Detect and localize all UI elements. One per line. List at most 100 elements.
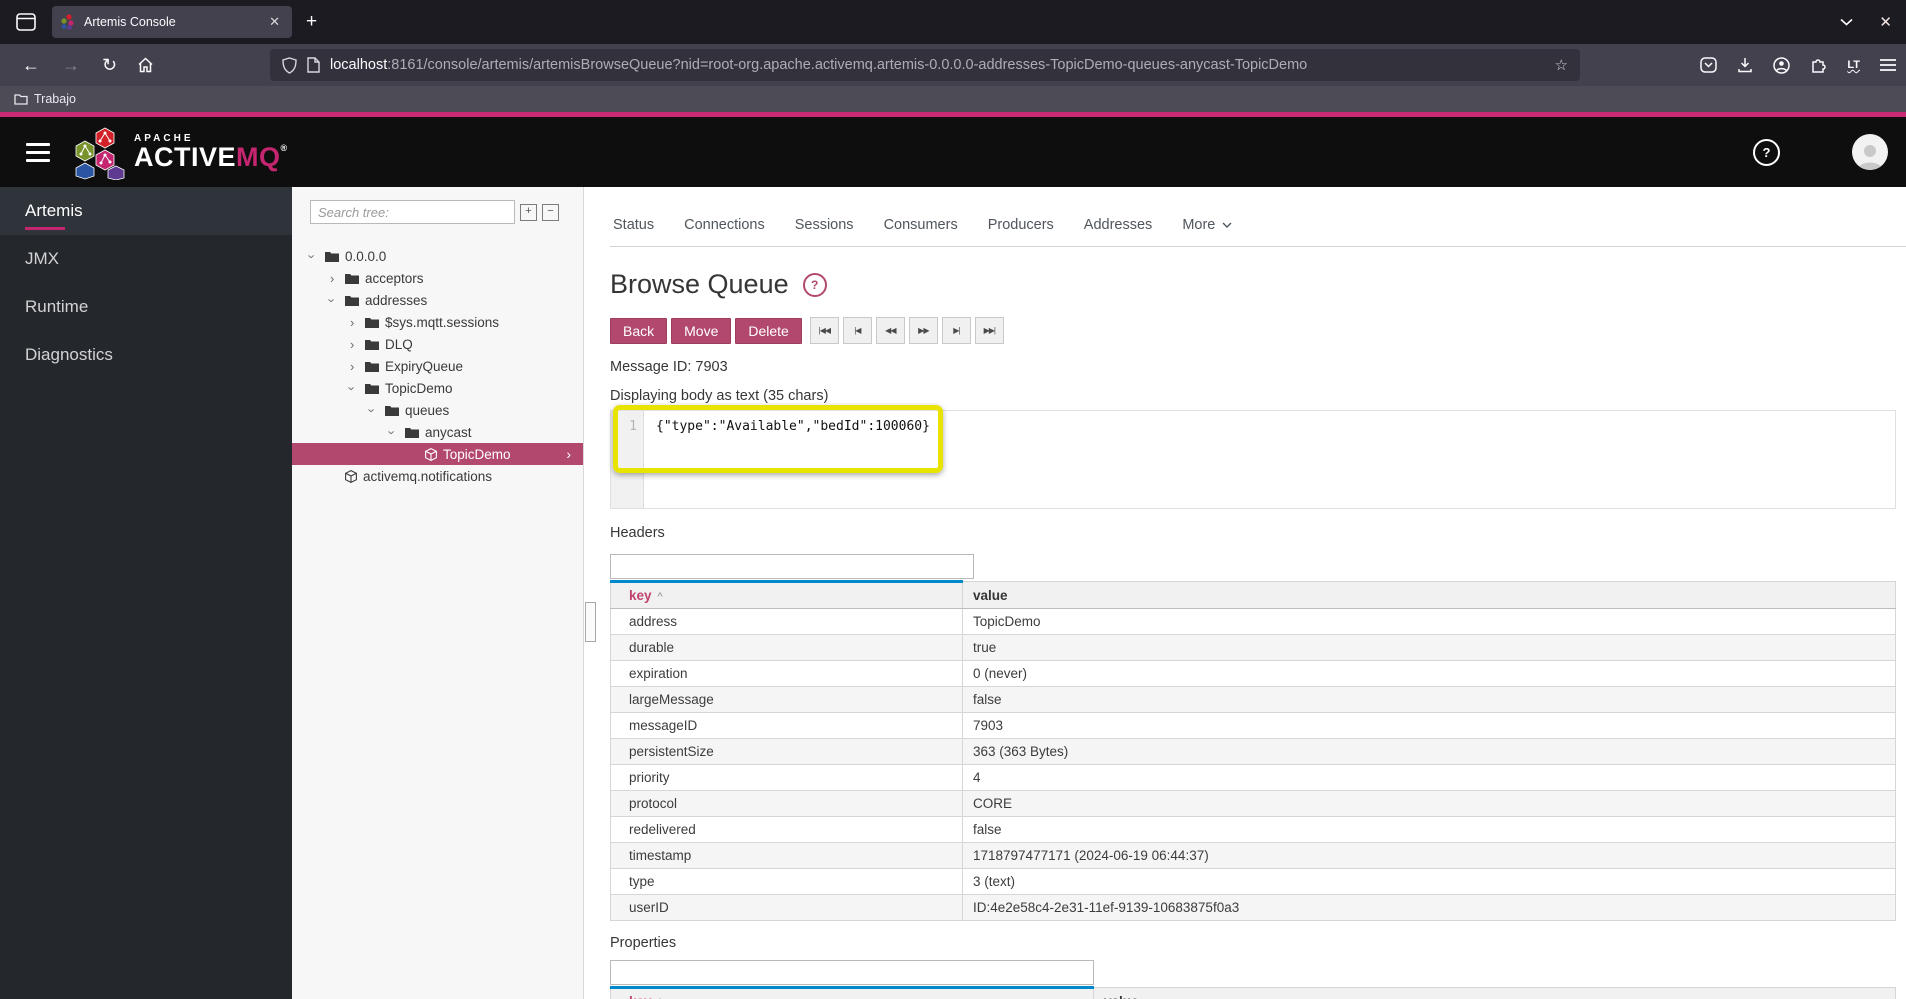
tree-node-0-0-0-0[interactable]: › 0.0.0.0 (292, 245, 583, 267)
expander-collapsed-icon[interactable]: › (350, 337, 365, 352)
tree-node-queues[interactable]: › queues (292, 399, 583, 421)
headers-key-cell: durable (610, 634, 963, 661)
brand-registered: ® (280, 142, 288, 153)
tree-node-activemq-notifications[interactable]: activemq.notifications (292, 465, 583, 487)
headers-value-cell: 363 (363 Bytes) (962, 738, 1896, 765)
url-path: :8161/console/artemis/artemisBrowseQueue… (387, 57, 1308, 73)
sidebar-item-artemis[interactable]: Artemis (0, 187, 292, 235)
expander-expanded-icon[interactable]: › (385, 425, 405, 440)
download-icon[interactable] (1737, 57, 1753, 73)
browser-tab[interactable]: Artemis Console ✕ (52, 6, 292, 38)
headers-row-persistentsize: persistentSize 363 (363 Bytes) (610, 738, 1896, 765)
expander-expanded-icon[interactable]: › (365, 403, 385, 418)
tab-consumers[interactable]: Consumers (884, 217, 958, 246)
first-page-button[interactable]: |◀◀ (809, 317, 839, 344)
tab-more-dropdown[interactable]: More (1182, 217, 1232, 246)
help-icon[interactable]: ? (1753, 138, 1780, 166)
tab-connections[interactable]: Connections (684, 217, 765, 246)
tab-status[interactable]: Status (613, 217, 654, 246)
folder-icon-wrap (325, 251, 339, 262)
tab-addresses[interactable]: Addresses (1084, 217, 1153, 246)
extensions-puzzle-icon[interactable] (1810, 57, 1827, 74)
tree-node-label: activemq.notifications (363, 468, 493, 484)
headers-table: key ^ value address TopicDemo durable true ex… (610, 580, 1896, 921)
properties-key-column-header[interactable]: key^ (610, 986, 1094, 999)
expander-expanded-icon[interactable]: › (305, 249, 325, 264)
message-body-editor[interactable]: 1 {"type":"Available","bedId":100060} (610, 405, 1896, 509)
new-tab-button[interactable]: + (306, 11, 317, 33)
expander-expanded-icon[interactable]: › (345, 381, 365, 396)
headers-key-cell: protocol (610, 790, 963, 817)
delete-button[interactable]: Delete (735, 317, 802, 344)
sidebar-item-jmx[interactable]: JMX (0, 235, 292, 283)
chevron-down-icon (1222, 222, 1232, 228)
properties-filter-input[interactable] (610, 960, 1094, 985)
tab-sessions[interactable]: Sessions (795, 217, 854, 246)
headers-key-cell: type (610, 868, 963, 895)
expand-all-icon[interactable]: + (520, 203, 537, 221)
home-icon[interactable] (137, 57, 154, 73)
expander-collapsed-icon[interactable]: › (350, 359, 365, 374)
expander-collapsed-icon[interactable]: › (330, 271, 345, 286)
chevron-glyph: › (344, 385, 360, 391)
tree-node-dlq[interactable]: › DLQ (292, 333, 583, 355)
account-icon[interactable] (1773, 56, 1791, 74)
headers-filter-input[interactable] (610, 554, 974, 579)
expander-collapsed-icon[interactable]: › (350, 315, 365, 330)
sidebar-item-runtime[interactable]: Runtime (0, 283, 292, 331)
languagetool-extension-icon[interactable]: LT (1847, 59, 1860, 71)
tree-node-addresses[interactable]: › addresses (292, 289, 583, 311)
firefox-view-icon[interactable] (12, 9, 40, 35)
url-bar[interactable]: localhost:8161/console/artemis/artemisBr… (270, 49, 1580, 81)
bookmarks-bar: Trabajo (0, 86, 1906, 112)
back-button[interactable]: Back (610, 317, 668, 344)
headers-value-column-header[interactable]: value (962, 581, 1896, 609)
tree-node-topicdemo[interactable]: › TopicDemo (292, 377, 583, 399)
chevron-glyph: › (330, 270, 335, 286)
previous-page-button[interactable]: |◀ (842, 317, 872, 344)
move-button[interactable]: Move (671, 317, 732, 344)
folder-icon-wrap (345, 295, 359, 306)
cube-icon-wrap (345, 469, 357, 483)
forward-nav-icon[interactable]: → (62, 55, 80, 76)
back-nav-icon[interactable]: ← (22, 55, 40, 76)
scrollbar-thumb[interactable] (585, 602, 596, 642)
tree-node-expiryqueue[interactable]: › ExpiryQueue (292, 355, 583, 377)
window-close-icon[interactable]: ✕ (1879, 13, 1892, 31)
next-page-button[interactable]: ▶| (941, 317, 971, 344)
search-tree-input[interactable] (310, 200, 515, 224)
reload-icon[interactable]: ↻ (102, 55, 117, 76)
collapse-all-icon[interactable]: − (542, 203, 559, 221)
headers-section-title: Headers (610, 525, 665, 541)
url-text: localhost:8161/console/artemis/artemisBr… (330, 57, 1547, 73)
last-page-button[interactable]: ▶▶| (974, 317, 1004, 344)
page-help-icon[interactable]: ? (802, 272, 827, 297)
tree-node-acceptors[interactable]: › acceptors (292, 267, 583, 289)
tree-node-label: anycast (425, 424, 472, 440)
bookmark-folder-trabajo[interactable]: Trabajo (14, 92, 76, 106)
tree-node-topicdemo[interactable]: TopicDemo › (292, 443, 583, 465)
hamburger-menu-icon[interactable] (26, 142, 50, 162)
tree-node-anycast[interactable]: › anycast (292, 421, 583, 443)
fast-backward-button[interactable]: ◀◀ (875, 317, 905, 344)
folder-icon (365, 361, 379, 372)
shield-icon[interactable] (282, 56, 297, 74)
headers-key-cell: userID (610, 894, 963, 921)
folder-icon (325, 251, 339, 262)
sidebar-item-diagnostics[interactable]: Diagnostics (0, 331, 292, 379)
page-info-icon[interactable] (307, 57, 320, 73)
selected-node-chevron-icon[interactable]: › (566, 446, 571, 462)
menu-icon[interactable] (1880, 59, 1896, 71)
list-tabs-chevron-icon[interactable] (1840, 18, 1853, 26)
fast-forward-button[interactable]: ▶▶ (908, 317, 938, 344)
properties-value-column-header[interactable]: value (1093, 987, 1896, 999)
bookmark-star-icon[interactable]: ☆ (1555, 56, 1568, 74)
headers-key-column-header[interactable]: key ^ (610, 580, 963, 609)
tab-close-icon[interactable]: ✕ (265, 14, 284, 30)
tab-producers[interactable]: Producers (988, 217, 1054, 246)
pocket-icon[interactable] (1700, 57, 1718, 73)
avatar[interactable] (1852, 134, 1888, 170)
tree-node-sys-mqtt-sessions[interactable]: › $sys.mqtt.sessions (292, 311, 583, 333)
headers-key-cell: redelivered (610, 816, 963, 843)
expander-expanded-icon[interactable]: › (325, 293, 345, 308)
